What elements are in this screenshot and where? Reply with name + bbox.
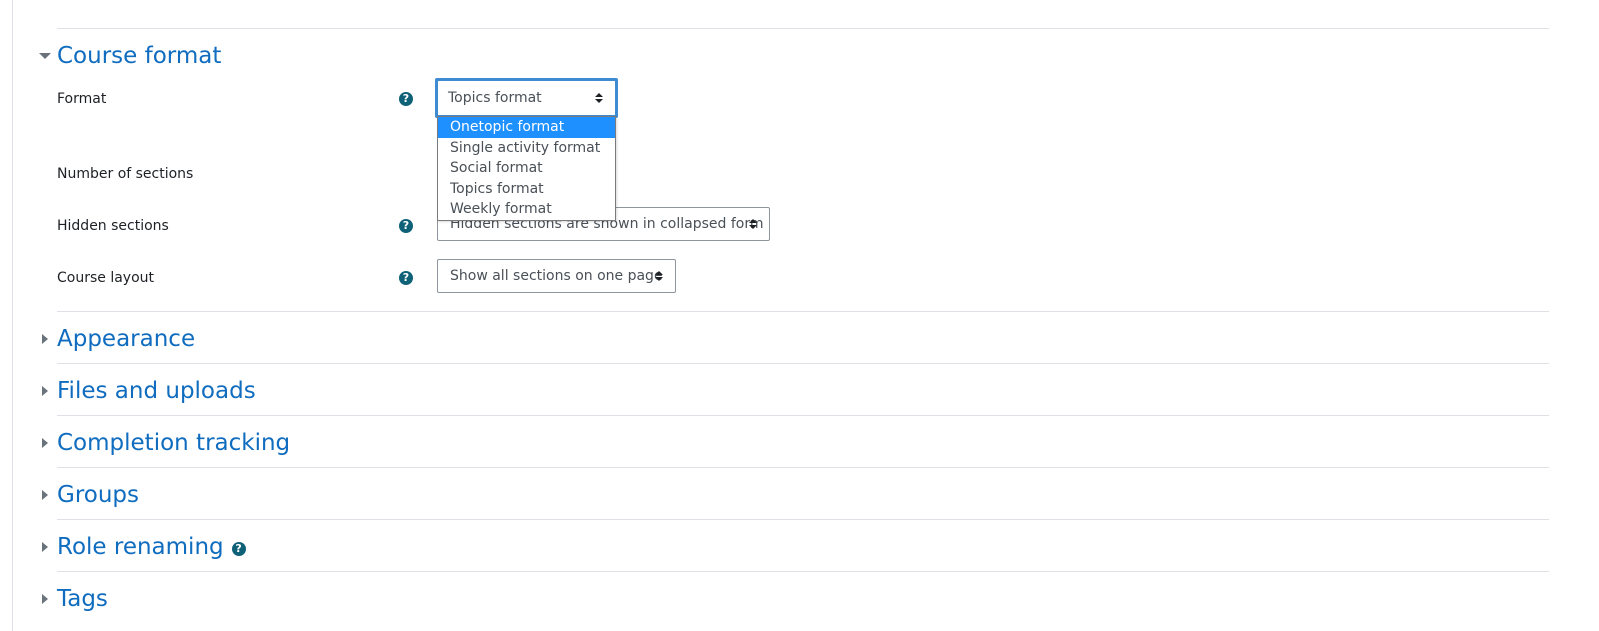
caret-right-icon — [33, 490, 57, 500]
format-option-social[interactable]: Social format — [438, 158, 615, 179]
divider — [57, 571, 1549, 572]
course-layout-label: Course layout — [57, 270, 155, 286]
section-title-course-format[interactable]: Course format — [57, 42, 221, 70]
caret-right-icon — [33, 386, 57, 396]
select-arrows-icon — [595, 93, 603, 103]
select-arrows-icon — [655, 271, 663, 281]
section-role-renaming-toggle[interactable]: Role renaming ? — [33, 533, 246, 561]
number-of-sections-label: Number of sections — [57, 166, 194, 182]
role-renaming-help-icon[interactable]: ? — [231, 542, 246, 556]
format-dropdown-list[interactable]: Onetopic format Single activity format S… — [437, 116, 616, 221]
section-title-role-renaming[interactable]: Role renaming — [57, 533, 224, 561]
format-option-topics[interactable]: Topics format — [438, 179, 615, 200]
section-files-uploads-toggle[interactable]: Files and uploads — [33, 377, 256, 405]
divider — [57, 311, 1549, 312]
format-option-single-activity[interactable]: Single activity format — [438, 138, 615, 159]
section-title-appearance[interactable]: Appearance — [57, 325, 195, 353]
divider — [57, 519, 1549, 520]
section-groups-toggle[interactable]: Groups — [33, 481, 139, 509]
hidden-sections-label: Hidden sections — [57, 218, 169, 234]
divider — [57, 363, 1549, 364]
section-title-completion-tracking[interactable]: Completion tracking — [57, 429, 290, 457]
caret-down-icon — [33, 53, 57, 59]
format-select-value: Topics format — [448, 90, 542, 106]
caret-right-icon — [33, 334, 57, 344]
format-select[interactable]: Topics format — [435, 78, 618, 118]
section-completion-tracking-toggle[interactable]: Completion tracking — [33, 429, 290, 457]
top-divider — [57, 28, 1549, 29]
caret-right-icon — [33, 438, 57, 448]
select-arrows-icon — [749, 219, 757, 229]
course-layout-select[interactable]: Show all sections on one page — [437, 259, 676, 293]
format-option-onetopic[interactable]: Onetopic format — [438, 117, 615, 138]
format-option-weekly[interactable]: Weekly format — [438, 199, 615, 220]
section-title-tags[interactable]: Tags — [57, 585, 108, 613]
hidden-sections-help-icon[interactable]: ? — [399, 219, 413, 233]
caret-right-icon — [33, 542, 57, 552]
format-label: Format — [57, 91, 107, 107]
section-title-groups[interactable]: Groups — [57, 481, 139, 509]
page-left-border — [12, 0, 13, 631]
section-title-files-uploads[interactable]: Files and uploads — [57, 377, 256, 405]
course-layout-help-icon[interactable]: ? — [399, 271, 413, 285]
section-course-format-toggle[interactable]: Course format — [33, 42, 221, 70]
divider — [57, 467, 1549, 468]
format-help-icon[interactable]: ? — [399, 92, 413, 106]
section-tags-toggle[interactable]: Tags — [33, 585, 108, 613]
course-layout-select-value: Show all sections on one page — [450, 268, 663, 284]
caret-right-icon — [33, 594, 57, 604]
divider — [57, 415, 1549, 416]
section-appearance-toggle[interactable]: Appearance — [33, 325, 195, 353]
